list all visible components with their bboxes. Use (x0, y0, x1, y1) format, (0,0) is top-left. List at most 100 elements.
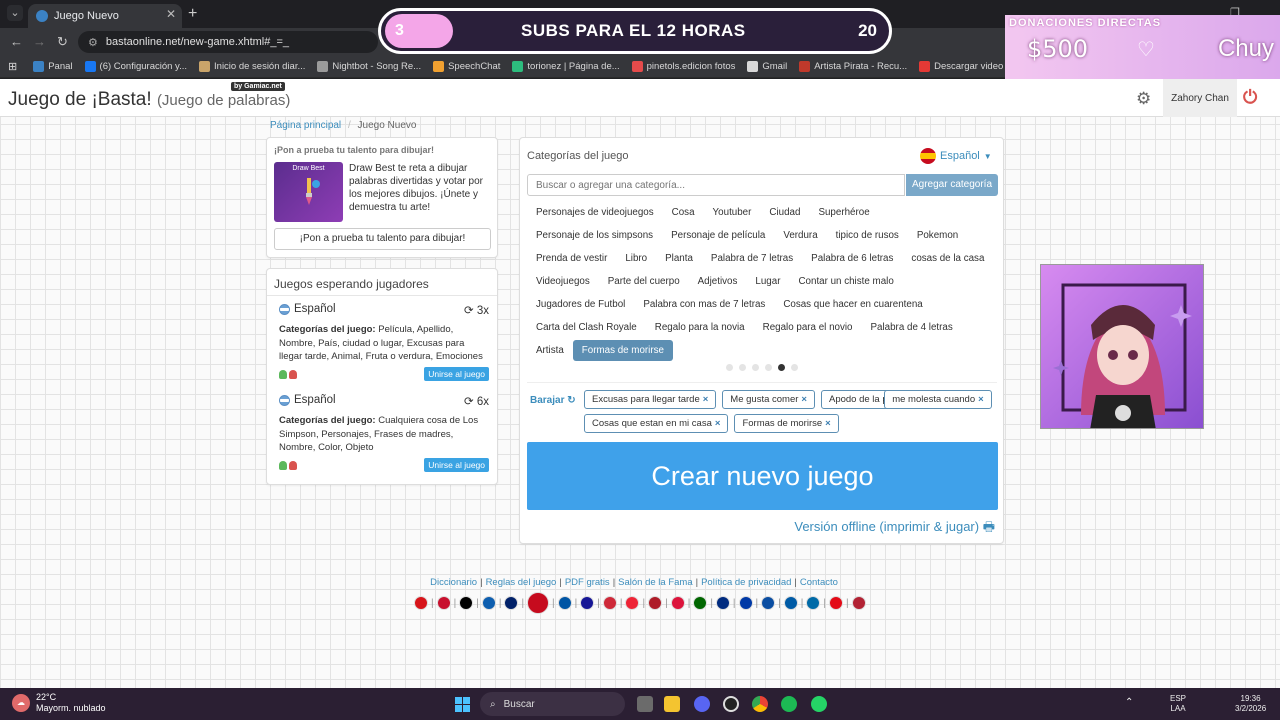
task-view-icon[interactable] (637, 696, 653, 712)
category-chip[interactable]: Personaje de los simpsons (527, 225, 662, 246)
language-flag-icon[interactable] (580, 596, 595, 610)
apps-grid-icon[interactable]: ⊞ (8, 60, 17, 73)
language-flag-icon[interactable] (761, 596, 776, 610)
category-chip[interactable]: Palabra de 7 letras (702, 248, 802, 269)
category-search-input[interactable] (527, 174, 905, 196)
new-tab-button[interactable]: + (188, 5, 197, 23)
category-chip[interactable]: Cosa (663, 202, 704, 223)
category-chip[interactable]: Parte del cuerpo (599, 271, 689, 292)
footer-link[interactable]: Diccionario (430, 577, 477, 588)
pagination-dot[interactable] (726, 364, 733, 371)
remove-category-icon[interactable]: × (801, 394, 807, 405)
pagination-dot[interactable] (778, 364, 785, 371)
language-flag-icon[interactable] (504, 596, 519, 610)
language-flag-icon[interactable] (436, 596, 451, 610)
bookmark-item[interactable]: Panal (33, 61, 73, 72)
bookmark-item[interactable]: torionez | Página de... (512, 61, 620, 72)
category-chip[interactable]: Pokemon (908, 225, 967, 246)
tab-search-icon[interactable]: ⌄ (7, 5, 23, 21)
remove-category-icon[interactable]: × (715, 418, 721, 429)
pagination-dot[interactable] (791, 364, 798, 371)
bookmark-item[interactable]: (6) Configuración y... (84, 61, 187, 72)
spotify-icon[interactable] (781, 696, 797, 712)
selected-category-tag[interactable]: Formas de morirse × (734, 414, 839, 433)
language-flag-icon[interactable] (783, 596, 798, 610)
language-flag-icon[interactable] (715, 596, 730, 610)
language-flag-icon[interactable] (459, 596, 474, 610)
category-chip[interactable]: Formas de morirse (572, 340, 673, 361)
bookmark-item[interactable]: Gmail (747, 61, 787, 72)
category-chip[interactable]: Prenda de vestir (527, 248, 616, 269)
browser-tab[interactable]: Juego Nuevo ✕ (28, 4, 182, 28)
category-chip[interactable]: Youtuber (704, 202, 761, 223)
pagination-dot[interactable] (765, 364, 772, 371)
language-flag-icon[interactable] (851, 596, 866, 610)
forward-icon[interactable]: → (33, 34, 46, 49)
language-flag-icon[interactable] (527, 592, 550, 614)
footer-link[interactable]: Reglas del juego (486, 577, 557, 588)
add-category-button[interactable]: Agregar categoría (906, 174, 998, 196)
category-chip[interactable]: Palabra con mas de 7 letras (634, 294, 774, 315)
back-icon[interactable]: ← (10, 34, 23, 49)
url-field[interactable]: ⚙ bastaonline.net/new-game.xhtml#_=_ (78, 31, 378, 53)
close-tab-icon[interactable]: ✕ (166, 7, 176, 21)
remove-category-icon[interactable]: × (978, 394, 984, 405)
obs-icon[interactable] (723, 696, 739, 712)
language-flag-icon[interactable] (806, 596, 821, 610)
whatsapp-icon[interactable] (811, 696, 827, 712)
category-chip[interactable]: Regalo para la novia (646, 317, 754, 338)
remove-category-icon[interactable]: × (825, 418, 831, 429)
file-explorer-icon[interactable] (664, 696, 680, 712)
join-game-button[interactable]: Unirse al juego (424, 457, 489, 472)
category-chip[interactable]: Palabra de 4 letras (862, 317, 962, 338)
category-chip[interactable]: Videojuegos (527, 271, 599, 292)
category-chip[interactable]: tipico de rusos (827, 225, 908, 246)
breadcrumb-home-link[interactable]: Página principal (270, 120, 341, 131)
category-chip[interactable]: Carta del Clash Royale (527, 317, 646, 338)
category-chip[interactable]: Cosas que hacer en cuarentena (774, 294, 931, 315)
draw-best-button[interactable]: ¡Pon a prueba tu talento para dibujar! (274, 228, 491, 250)
bookmark-item[interactable]: Artista Pirata - Recu... (799, 61, 907, 72)
language-flag-icon[interactable] (557, 596, 572, 610)
category-chip[interactable]: Palabra de 6 letras (802, 248, 902, 269)
selected-category-tag[interactable]: Me gusta comer × (722, 390, 815, 409)
offline-version-link[interactable]: Versión offline (imprimir & jugar) 🖶 (794, 518, 995, 540)
pagination-dot[interactable] (752, 364, 759, 371)
create-game-button[interactable]: Crear nuevo juego (527, 442, 998, 510)
language-flag-icon[interactable] (625, 596, 640, 610)
user-menu[interactable]: Zahory Chan (1163, 79, 1237, 117)
bookmark-item[interactable]: Nightbot - Song Re... (317, 61, 421, 72)
language-flag-icon[interactable] (693, 596, 708, 610)
join-game-button[interactable]: Unirse al juego (424, 366, 489, 381)
settings-gear-icon[interactable]: ⚙ (1136, 89, 1151, 109)
reload-icon[interactable]: ↻ (57, 34, 68, 50)
clock[interactable]: 19:36 3/2/2026 (1235, 694, 1266, 714)
footer-link[interactable]: Contacto (800, 577, 838, 588)
pagination-dot[interactable] (739, 364, 746, 371)
language-flag-icon[interactable] (670, 596, 685, 610)
language-flag-icon[interactable] (648, 596, 663, 610)
bookmark-item[interactable]: Inicio de sesión diar... (199, 61, 305, 72)
category-chip[interactable]: Ciudad (760, 202, 809, 223)
remove-category-icon[interactable]: × (703, 394, 709, 405)
logout-power-icon[interactable]: ⏻ (1243, 87, 1257, 108)
input-language[interactable]: ESP LAA (1170, 694, 1186, 714)
category-chip[interactable]: Planta (656, 248, 702, 269)
draw-best-image[interactable]: Draw Best (274, 162, 343, 222)
footer-link[interactable]: Política de privacidad (701, 577, 791, 588)
language-flag-icon[interactable] (602, 596, 617, 610)
category-chip[interactable]: Lugar (746, 271, 789, 292)
category-chip[interactable]: Superhéroe (809, 202, 878, 223)
discord-icon[interactable] (694, 696, 710, 712)
language-flag-icon[interactable] (481, 596, 496, 610)
selected-category-tag[interactable]: Excusas para llegar tarde × (584, 390, 717, 409)
language-flag-icon[interactable] (738, 596, 753, 610)
site-info-icon[interactable]: ⚙ (88, 36, 98, 49)
windows-start-icon[interactable] (455, 697, 470, 712)
category-chip[interactable]: Personajes de videojuegos (527, 202, 663, 223)
category-chip[interactable]: cosas de la casa (902, 248, 993, 269)
footer-link[interactable]: Salón de la Fama (618, 577, 692, 588)
category-chip[interactable]: Regalo para el novio (754, 317, 862, 338)
language-flag-icon[interactable] (828, 596, 843, 610)
category-chip[interactable]: Verdura (774, 225, 826, 246)
